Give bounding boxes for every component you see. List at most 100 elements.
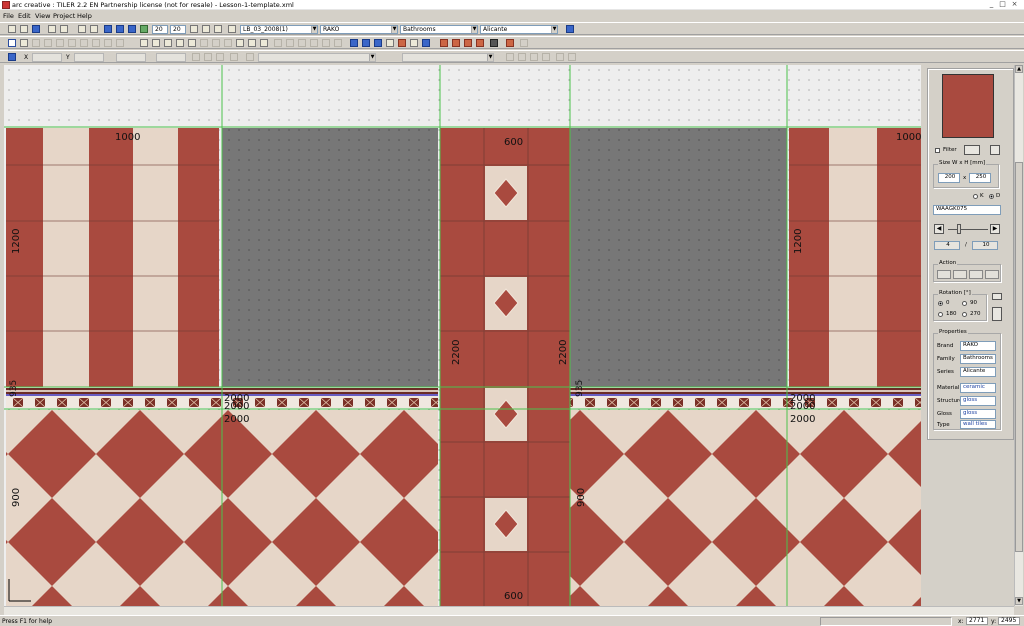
grout-combo[interactable]: ▼ xyxy=(402,53,494,62)
select-arrow-icon[interactable] xyxy=(8,39,16,47)
ungroup-icon[interactable] xyxy=(334,39,342,47)
align-icon[interactable] xyxy=(298,39,306,47)
chevron-down-icon[interactable]: ▼ xyxy=(551,26,557,33)
chevron-down-icon[interactable]: ▼ xyxy=(311,26,317,33)
eyedropper-icon[interactable] xyxy=(78,25,86,33)
menu-edit[interactable]: Edit xyxy=(18,12,31,20)
menu-help[interactable]: Help xyxy=(77,12,92,20)
horizontal-scrollbar[interactable] xyxy=(4,606,1014,615)
slider-thumb[interactable] xyxy=(957,224,961,234)
pen-icon[interactable] xyxy=(90,25,98,33)
quote-icon[interactable] xyxy=(568,53,576,61)
rotate-ccw-icon[interactable] xyxy=(992,293,1002,300)
action-row-icon[interactable] xyxy=(953,270,967,279)
tile-grid-icon[interactable] xyxy=(422,39,430,47)
decor-tile-3[interactable] xyxy=(485,388,527,441)
decor-tile-2[interactable] xyxy=(485,277,527,330)
diamond-floor-right[interactable] xyxy=(570,410,921,606)
menu-file[interactable]: File xyxy=(3,12,14,20)
zoom-b-input[interactable]: 20 xyxy=(170,25,186,34)
coord-w-input[interactable] xyxy=(116,53,146,62)
clear-all-icon[interactable] xyxy=(490,39,498,47)
measure-icon[interactable] xyxy=(216,53,224,61)
scroll-thumb[interactable] xyxy=(1015,162,1023,552)
render-icon[interactable] xyxy=(140,25,148,33)
clear-area-icon[interactable] xyxy=(476,39,484,47)
cut-icon[interactable] xyxy=(92,39,100,47)
family-combo[interactable]: Bathrooms ▼ xyxy=(400,25,478,34)
close-button[interactable]: × xyxy=(1010,1,1019,9)
dash-icon[interactable] xyxy=(104,39,112,47)
open-file-icon[interactable] xyxy=(20,25,28,33)
rot-270-radio[interactable] xyxy=(962,312,967,317)
vertical-scrollbar[interactable]: ▲ ▼ xyxy=(1014,65,1023,606)
filter-checkbox[interactable] xyxy=(935,148,940,153)
rotate-icon[interactable] xyxy=(56,39,64,47)
print-icon[interactable] xyxy=(60,25,68,33)
mirror-icon[interactable] xyxy=(44,39,52,47)
grid-show-icon[interactable] xyxy=(350,39,358,47)
refresh-icon[interactable] xyxy=(214,25,222,33)
frame-icon[interactable] xyxy=(176,39,184,47)
settings-icon[interactable] xyxy=(520,39,528,47)
view-3d-icon[interactable] xyxy=(128,25,136,33)
zoom-extent-icon[interactable] xyxy=(260,39,268,47)
export-icon[interactable] xyxy=(506,53,514,61)
coord-x-input[interactable] xyxy=(32,53,62,62)
menu-project[interactable]: Project xyxy=(53,12,75,20)
maximize-button[interactable]: □ xyxy=(998,1,1007,9)
menu-view[interactable]: View xyxy=(35,12,50,20)
action-area-icon[interactable] xyxy=(985,270,999,279)
color-icon[interactable] xyxy=(506,39,514,47)
layers-icon[interactable] xyxy=(374,39,382,47)
zoom-a-input[interactable]: 20 xyxy=(152,25,168,34)
lock-icon[interactable] xyxy=(204,53,212,61)
decor-tile-1[interactable] xyxy=(485,166,527,220)
k-radio[interactable] xyxy=(973,194,978,199)
hand-icon[interactable] xyxy=(236,39,244,47)
scroll-up-icon[interactable]: ▲ xyxy=(1015,65,1023,73)
brand-combo[interactable]: RAKO ▼ xyxy=(320,25,398,34)
rotate-cw-icon[interactable] xyxy=(992,307,1002,321)
tile-fill-icon[interactable] xyxy=(398,39,406,47)
decor-tile-4[interactable] xyxy=(485,498,527,551)
redo-icon[interactable] xyxy=(224,39,232,47)
catalog-icon[interactable] xyxy=(566,25,574,33)
calc-icon[interactable] xyxy=(542,53,550,61)
height-field[interactable]: 250 xyxy=(969,173,991,183)
report-icon[interactable] xyxy=(556,53,564,61)
grid-snap-icon[interactable] xyxy=(362,39,370,47)
snap-point-icon[interactable] xyxy=(286,39,294,47)
line-icon[interactable] xyxy=(68,39,76,47)
minimize-button[interactable]: _ xyxy=(987,1,996,9)
clear-row-icon[interactable] xyxy=(452,39,460,47)
tile-place-icon[interactable] xyxy=(386,39,394,47)
joint-icon[interactable] xyxy=(246,53,254,61)
group-icon[interactable] xyxy=(322,39,330,47)
action-place-icon[interactable] xyxy=(937,270,951,279)
apply-icon[interactable] xyxy=(192,53,200,61)
snap-icon[interactable] xyxy=(202,25,210,33)
copy-icon[interactable] xyxy=(32,39,40,47)
new-file-icon[interactable] xyxy=(8,25,16,33)
list-icon[interactable] xyxy=(530,53,538,61)
grid-icon[interactable] xyxy=(190,25,198,33)
door-icon[interactable] xyxy=(200,39,208,47)
joint-combo[interactable]: ▼ xyxy=(258,53,376,62)
crosshair-icon[interactable] xyxy=(274,39,282,47)
layout-combo[interactable]: LB_03_2008(1) ▼ xyxy=(240,25,318,34)
tile-code-select[interactable]: WAAGK075 xyxy=(933,205,1001,215)
offset-icon[interactable] xyxy=(230,53,238,61)
import-icon[interactable] xyxy=(518,53,526,61)
save-icon[interactable] xyxy=(32,25,40,33)
rot-180-radio[interactable] xyxy=(938,312,943,317)
tile-row-icon[interactable] xyxy=(410,39,418,47)
filter-pattern-icon[interactable] xyxy=(964,145,980,155)
chevron-down-icon[interactable]: ▼ xyxy=(369,54,375,61)
divider-icon[interactable] xyxy=(116,39,124,47)
undo-icon[interactable] xyxy=(212,39,220,47)
image-icon[interactable] xyxy=(152,39,160,47)
move-icon[interactable] xyxy=(20,39,28,47)
filter-single-icon[interactable] xyxy=(990,145,1000,155)
chevron-down-icon[interactable]: ▼ xyxy=(391,26,397,33)
